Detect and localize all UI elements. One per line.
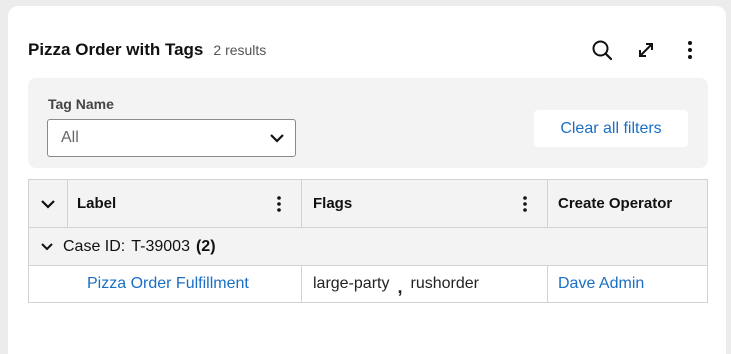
group-collapse-toggle[interactable] — [40, 242, 54, 252]
result-count: 2 results — [213, 42, 267, 58]
group-label: Case ID: — [63, 237, 126, 255]
cell-label: Pizza Order Fulfillment — [29, 266, 302, 302]
table-header: Label Flags Create Operator — [29, 180, 707, 228]
column-header-label: Label — [68, 180, 302, 227]
chevron-down-icon — [270, 134, 284, 143]
flag-separator: , — [397, 276, 403, 297]
expand-button[interactable] — [630, 34, 662, 66]
tag-name-label: Tag Name — [48, 96, 114, 112]
search-button[interactable] — [586, 34, 618, 66]
filter-panel: Tag Name All Clear all filters — [28, 78, 708, 168]
tag-name-select[interactable]: All — [47, 119, 296, 157]
cell-create-operator: Dave Admin — [548, 266, 707, 302]
cell-flags: large-party , rushorder — [302, 266, 548, 302]
results-table: Label Flags Create Operator Case ID: T-3… — [28, 179, 708, 303]
group-row: Case ID: T-39003 (2) — [29, 228, 707, 266]
widget-title: Pizza Order with Tags — [28, 40, 204, 59]
flags-column-menu[interactable] — [515, 194, 535, 214]
clear-all-filters-button[interactable]: Clear all filters — [534, 110, 688, 147]
operator-link[interactable]: Dave Admin — [558, 275, 644, 293]
chevron-down-icon — [41, 199, 55, 209]
label-link[interactable]: Pizza Order Fulfillment — [87, 275, 249, 293]
flag-tag: large-party — [313, 275, 390, 292]
chevron-down-icon — [41, 242, 53, 250]
flag-tag: rushorder — [410, 275, 479, 292]
widget-card: Pizza Order with Tags 2 results Tag Name… — [8, 6, 726, 354]
column-header-create-operator-text: Create Operator — [558, 195, 673, 212]
tag-name-selected-value: All — [61, 129, 79, 146]
more-vertical-icon — [523, 196, 527, 212]
table-row: Pizza Order Fulfillment large-party , ru… — [29, 266, 707, 302]
expand-all-toggle[interactable] — [29, 180, 68, 227]
group-value: T-39003 — [131, 237, 190, 255]
label-column-menu[interactable] — [269, 194, 289, 214]
more-options-button[interactable] — [674, 34, 706, 66]
group-count: (2) — [195, 237, 216, 255]
search-icon — [592, 40, 613, 61]
column-header-label-text: Label — [77, 195, 117, 212]
more-vertical-icon — [688, 41, 692, 59]
widget-header: Pizza Order with Tags 2 results — [28, 32, 706, 68]
header-actions — [574, 32, 706, 68]
expand-icon — [639, 43, 653, 57]
column-header-flags: Flags — [302, 180, 548, 227]
more-vertical-icon — [277, 196, 281, 212]
column-header-create-operator: Create Operator — [548, 180, 707, 227]
column-header-flags-text: Flags — [313, 195, 353, 212]
